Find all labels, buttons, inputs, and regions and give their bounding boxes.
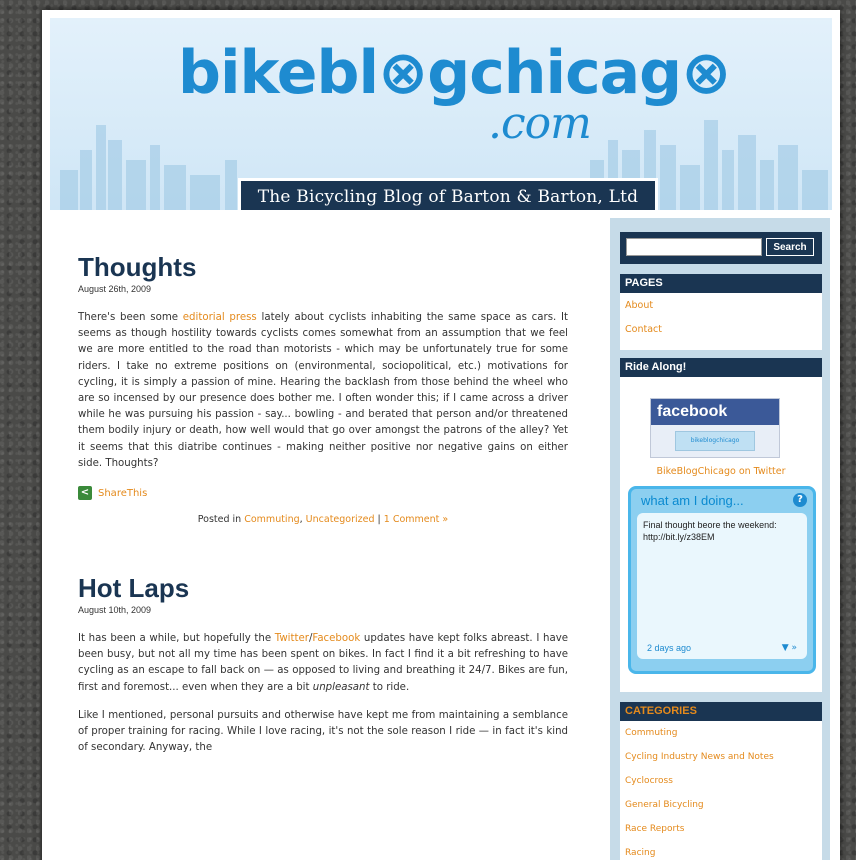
category-link-uncategorized[interactable]: Uncategorized [306,514,375,525]
sidebar: Search PAGES About Contact Ride Along! f… [610,218,830,860]
site-logo[interactable]: bikebl⊗gchicag⊗ .com [178,38,731,149]
post-body: There's been some editorial press lately… [78,310,568,472]
category-link[interactable]: Cycling Industry News and Notes [620,745,822,769]
editorial-press-link[interactable]: editorial press [183,312,257,323]
post-paragraph: Like I mentioned, personal pursuits and … [78,709,568,754]
page-link-contact[interactable]: Contact [620,317,822,341]
posted-in-label: Posted in [197,514,242,526]
post: Hot Laps August 10th, 2009 It has been a… [78,573,568,756]
category-link[interactable]: Commuting [620,721,822,745]
tweet-text: Final thought beore the weekend: http://… [643,520,777,542]
logo-main-text: bikebl⊗gchicag⊗ [178,38,731,108]
post-title[interactable]: Thoughts [78,252,568,282]
help-icon[interactable]: ? [793,493,807,507]
comments-link[interactable]: 1 Comment » [384,514,448,525]
post-date: August 10th, 2009 [78,605,152,616]
site-header: bikebl⊗gchicag⊗ .com The Bicycling Blog … [50,18,832,210]
ride-along-widget: Ride Along! facebook bikeblogchicago Bik… [620,358,822,692]
post-text: lately about cyclists inhabiting the sam… [78,312,568,469]
twitter-profile-link[interactable]: BikeBlogChicago on Twitter [620,466,822,477]
categories-widget: CATEGORIES Commuting Cycling Industry Ne… [620,702,822,860]
pages-widget: PAGES About Contact [620,274,822,350]
page-link-about[interactable]: About [620,293,822,317]
twitter-link[interactable]: Twitter [275,633,309,644]
tweet-nav-icon[interactable]: ▼ » [782,643,797,653]
tweet-panel: Final thought beore the weekend: http://… [637,513,807,659]
category-link[interactable]: General Bicycling [620,793,822,817]
categories-heading: CATEGORIES [620,702,822,721]
share-icon: < [78,486,92,501]
twitter-widget: what am I doing... ? Final thought beore… [628,486,816,674]
post-text: It has been a while, but hopefully the [78,633,275,645]
category-link[interactable]: Racing [620,841,822,860]
facebook-logo: facebook [651,399,779,425]
share-label: ShareThis [98,487,148,499]
emphasis-text: unpleasant [312,681,370,693]
category-link-commuting[interactable]: Commuting [244,514,299,525]
post-title[interactable]: Hot Laps [78,573,568,603]
facebook-badge[interactable]: facebook bikeblogchicago [650,398,780,458]
pages-heading: PAGES [620,274,822,293]
category-link[interactable]: Race Reports [620,817,822,841]
ride-along-heading: Ride Along! [620,358,822,377]
search-button[interactable]: Search [766,238,814,256]
logo-com-text: .com [488,98,592,149]
post-text: There's been some [78,312,183,323]
main-content: Thoughts August 26th, 2009 There's been … [78,252,568,756]
post-meta: Posted in Commuting, Uncategorized | 1 C… [197,514,449,526]
post-paragraph: It has been a while, but hopefully the T… [78,631,568,696]
search-input[interactable] [626,238,762,256]
facebook-link[interactable]: Facebook [312,633,360,644]
site-tagline: The Bicycling Blog of Barton & Barton, L… [238,178,658,210]
facebook-profile-image: bikeblogchicago [675,431,755,451]
page: bikebl⊗gchicag⊗ .com The Bicycling Blog … [42,10,840,860]
search-form: Search [620,232,822,264]
post-date: August 26th, 2009 [78,284,152,294]
post-text: to ride. [369,681,410,693]
post: Thoughts August 26th, 2009 There's been … [78,252,568,525]
post-body: It has been a while, but hopefully the T… [78,631,568,756]
category-link[interactable]: Cyclocross [620,769,822,793]
share-this-button[interactable]: < ShareThis [78,486,568,501]
tweet-time[interactable]: 2 days ago [647,643,691,653]
twitter-widget-title: what am I doing... [641,493,744,508]
meta-separator: | [377,514,381,526]
